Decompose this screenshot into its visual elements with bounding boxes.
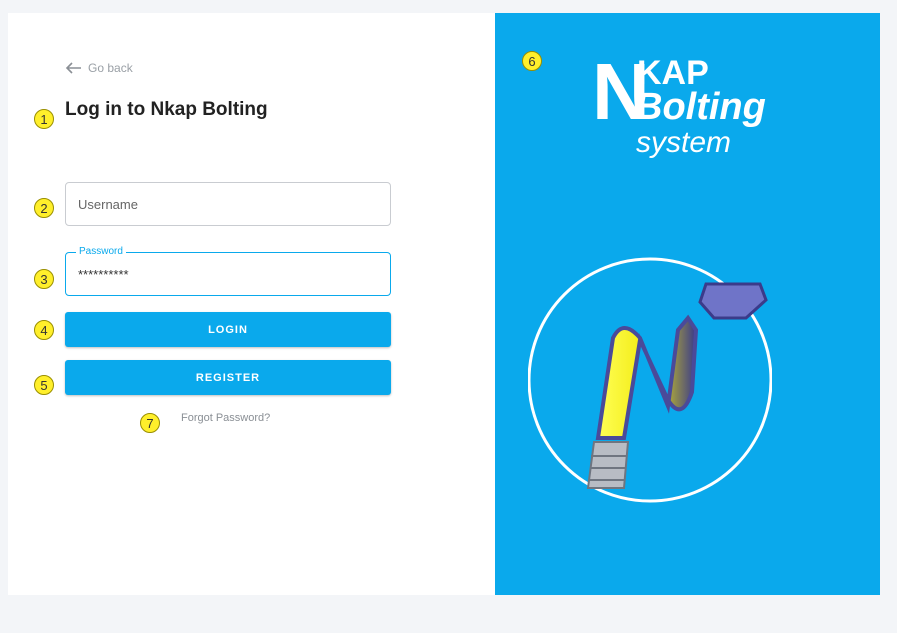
annotation-1: 1 [34, 109, 54, 129]
brand-logo: N KAP Bolting system [592, 52, 802, 168]
annotation-6: 6 [522, 51, 542, 71]
username-input[interactable] [66, 183, 390, 225]
bolt-emblem [528, 257, 772, 503]
annotation-4: 4 [34, 320, 54, 340]
annotation-3: 3 [34, 269, 54, 289]
logo-line3: system [636, 126, 732, 159]
password-label: Password [76, 246, 126, 257]
password-input[interactable] [66, 253, 390, 295]
logo-line2: Bolting [635, 86, 766, 128]
forgot-password-link[interactable]: Forgot Password? [181, 412, 270, 424]
register-button[interactable]: REGISTER [65, 360, 391, 395]
arrow-left-icon [65, 62, 81, 74]
annotation-7: 7 [140, 413, 160, 433]
logo-line1: KAP [637, 54, 709, 92]
annotation-2: 2 [34, 198, 54, 218]
password-field[interactable]: Password [65, 246, 391, 296]
login-button[interactable]: LOGIN [65, 312, 391, 347]
annotation-5: 5 [34, 375, 54, 395]
login-panel: Go back Log in to Nkap Bolting Password … [8, 13, 495, 595]
go-back-link[interactable]: Go back [64, 61, 133, 75]
username-field[interactable] [65, 182, 391, 226]
go-back-label: Go back [88, 61, 133, 75]
page-title: Log in to Nkap Bolting [65, 99, 268, 120]
